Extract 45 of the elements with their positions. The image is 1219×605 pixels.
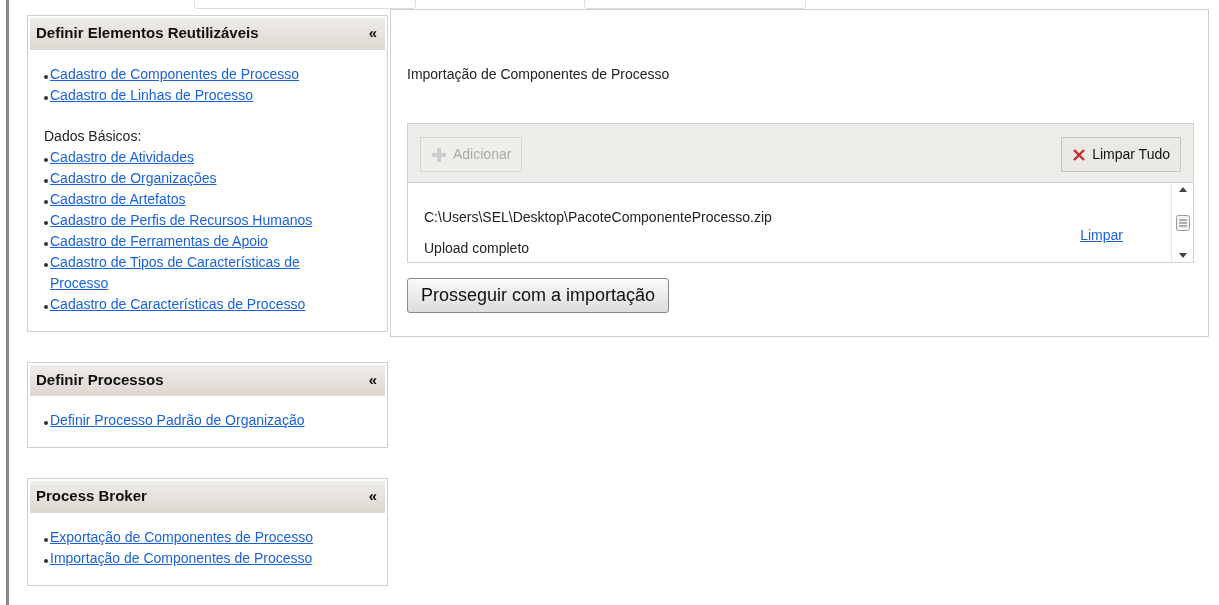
sidebar-link[interactable]: Exportação de Componentes de Processo (50, 526, 314, 548)
collapse-toggle[interactable]: « (368, 485, 377, 508)
bullet-icon (44, 199, 48, 204)
plus-icon (431, 146, 447, 163)
panel-title: Definir Elementos Reutilizáveis (36, 23, 259, 43)
bullet-icon (44, 558, 48, 563)
sidebar-link[interactable]: Cadastro de Tipos de Características de Processo (50, 251, 361, 294)
scrollbar[interactable] (1171, 183, 1193, 262)
sidebar-link[interactable]: Cadastro de Linhas de Processo (50, 84, 254, 106)
input-field[interactable] (194, 0, 416, 9)
bullet-icon (44, 220, 48, 225)
scroll-thumb-icon[interactable] (1175, 214, 1190, 231)
sidebar-link[interactable]: Definir Processo Padrão de Organização (50, 410, 305, 431)
bullet-icon (44, 95, 48, 100)
sidebar-link[interactable]: Cadastro de Componentes de Processo (50, 63, 300, 85)
sidebar-link[interactable]: Cadastro de Atividades (50, 146, 194, 168)
bullet-icon (44, 241, 48, 246)
bullet-icon (44, 157, 48, 162)
panel-title: Definir Processos (36, 369, 164, 390)
sidebar-link[interactable]: Importação de Componentes de Processo (50, 547, 313, 569)
page-title: Importação de Componentes de Processo (407, 65, 671, 84)
sidebar-link[interactable]: Cadastro de Características de Processo (50, 293, 306, 315)
collapse-toggle[interactable]: « (368, 368, 377, 391)
collapse-toggle[interactable]: « (368, 22, 377, 45)
clear-link[interactable]: Limpar (1080, 225, 1123, 262)
bullet-icon (44, 537, 48, 542)
bullet-icon (44, 74, 48, 79)
panel-title: Process Broker (36, 486, 147, 506)
file-path: C:\Users\SEL\Desktop\PacoteComponenteProcesso.zip (424, 208, 772, 227)
sidebar-link[interactable]: Cadastro de Ferramentas de Apoio (50, 230, 268, 252)
upload-status: Upload completo (424, 239, 531, 258)
sidebar-link[interactable]: Cadastro de Organizações (50, 167, 217, 189)
proceed-button[interactable]: Prosseguir com a importação (407, 278, 670, 313)
bullet-icon (44, 421, 48, 425)
bullet-icon (44, 178, 48, 183)
scroll-down-icon[interactable] (1178, 253, 1187, 258)
scroll-up-icon[interactable] (1178, 187, 1187, 192)
section-label: Dados Básicos: (44, 126, 143, 146)
bullet-icon (44, 262, 48, 267)
close-icon (1072, 147, 1087, 162)
input-field[interactable] (584, 0, 806, 9)
sidebar-link[interactable]: Cadastro de Artefatos (50, 188, 186, 210)
clear-all-button[interactable]: Limpar Tudo (1061, 137, 1181, 172)
bullet-icon (44, 304, 48, 309)
sidebar-link[interactable]: Cadastro de Perfis de Recursos Humanos (50, 209, 313, 231)
